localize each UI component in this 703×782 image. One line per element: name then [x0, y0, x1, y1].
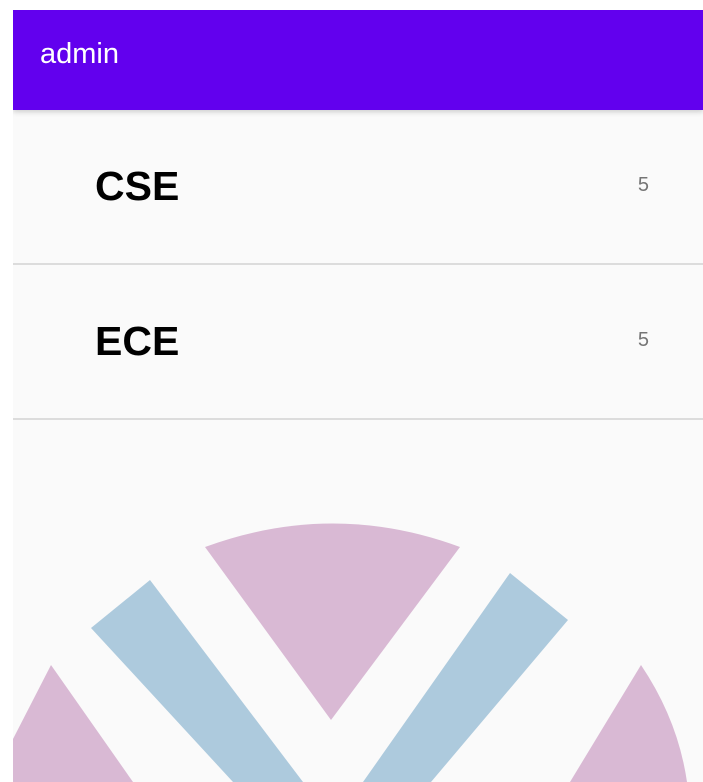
screen: admin CSE 5 ECE 5: [0, 0, 703, 782]
department-list: CSE 5 ECE 5: [13, 110, 703, 420]
logo-left-segment: [13, 665, 133, 782]
list-item-cse[interactable]: CSE 5: [13, 110, 703, 265]
app-area: admin CSE 5 ECE 5: [13, 10, 703, 782]
app-title: admin: [40, 37, 119, 70]
logo-right-segment: [570, 665, 687, 782]
department-name: ECE: [95, 318, 180, 364]
list-item-ece[interactable]: ECE 5: [13, 265, 703, 420]
app-bar: admin: [13, 10, 703, 110]
department-count: 5: [637, 329, 649, 351]
logo-top-wedge: [205, 523, 460, 720]
department-name: CSE: [95, 163, 180, 209]
department-count: 5: [637, 174, 649, 196]
